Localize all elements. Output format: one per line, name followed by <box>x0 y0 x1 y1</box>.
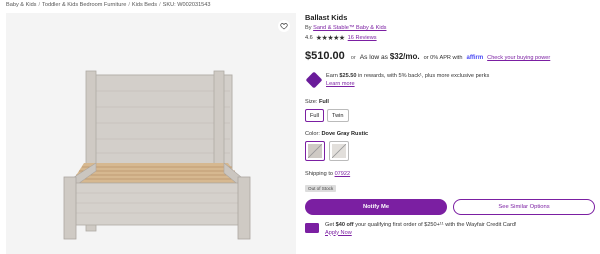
sku-label: SKU: W002031543 <box>162 2 211 8</box>
apply-now-link[interactable]: Apply Now <box>325 230 352 236</box>
rewards-promo: Earn $25.50 in rewards, with 5% back¹, p… <box>305 71 595 89</box>
size-options: Full Twin <box>305 109 595 122</box>
rating-row: 4.6 ★★★★★ 16 Reviews <box>305 34 595 42</box>
breadcrumb-item[interactable]: Kids Beds <box>132 2 157 8</box>
size-option-twin[interactable]: Twin <box>327 109 349 122</box>
product-image-pane[interactable] <box>6 13 296 254</box>
product-title: Ballast Kids <box>305 13 348 22</box>
affirm-logo: affirm <box>466 55 484 61</box>
bed-product-image <box>63 70 251 240</box>
color-swatch-dove-gray[interactable] <box>305 141 325 161</box>
rewards-gem-icon <box>305 71 323 89</box>
action-buttons: Notify Me See Similar Options <box>305 199 595 215</box>
star-rating-icon: ★★★★★ <box>315 35 345 42</box>
breadcrumb: Baby & Kids / Toddler & Kids Bedroom Furni… <box>6 2 211 8</box>
status-badge: Out of Stock <box>305 185 337 192</box>
see-similar-options-button[interactable]: See Similar Options <box>453 199 595 215</box>
shipping-line: Shipping to 07922 <box>305 171 351 177</box>
breadcrumb-item[interactable]: Baby & Kids <box>6 2 36 8</box>
size-label: Size: Full <box>305 99 329 105</box>
credit-card-icon <box>305 223 319 233</box>
color-swatch-alt[interactable] <box>329 141 349 161</box>
credit-card-promo: Get $40 off your qualifying first order … <box>305 222 595 237</box>
brand-link[interactable]: Sand & Stable™ Baby & Kids <box>313 25 386 31</box>
product-info: Ballast Kids By Sand & Stable™ Baby & Ki… <box>305 13 595 237</box>
reviews-link[interactable]: 16 Reviews <box>348 35 377 41</box>
learn-more-link[interactable]: Learn more <box>326 81 355 87</box>
notify-me-button[interactable]: Notify Me <box>305 199 447 215</box>
zip-code-link[interactable]: 07922 <box>335 171 351 177</box>
breadcrumb-item[interactable]: Toddler & Kids Bedroom Furniture <box>42 2 126 8</box>
color-label: Color: Dove Gray Rustic <box>305 131 369 137</box>
price-row: $510.00 or As low as $32/mo. or 0% APR w… <box>305 50 551 62</box>
check-buying-power-link[interactable]: Check your buying power <box>487 55 550 61</box>
financing-offer: As low as $32/mo. <box>359 52 420 61</box>
size-option-full[interactable]: Full <box>305 109 325 122</box>
brand-line: By Sand & Stable™ Baby & Kids <box>305 25 387 31</box>
price: $510.00 <box>305 50 345 62</box>
rating-value: 4.6 <box>305 35 313 41</box>
color-swatches <box>305 141 595 161</box>
